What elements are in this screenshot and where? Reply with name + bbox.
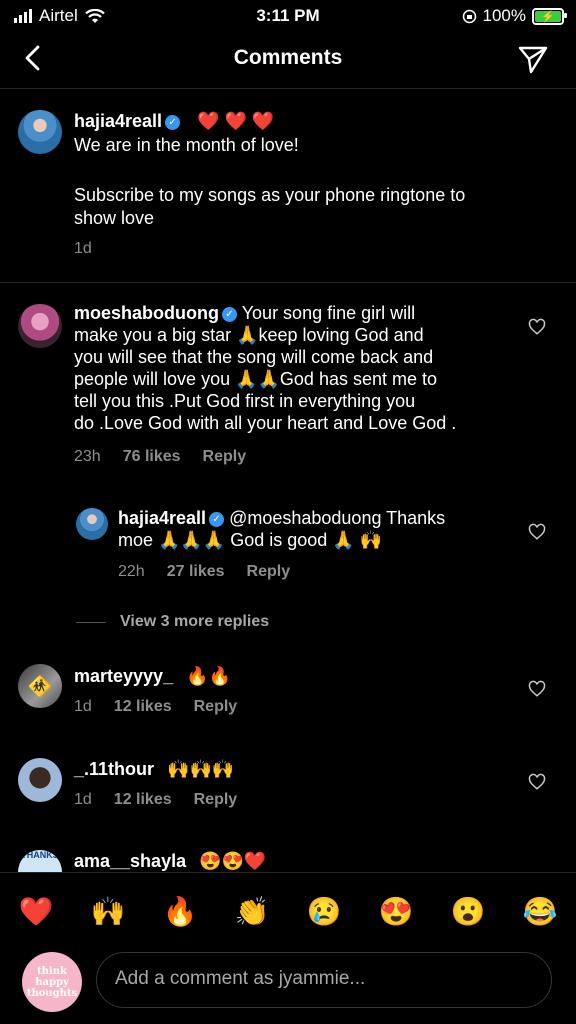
battery-icon: ⚡: [532, 7, 567, 25]
timestamp: 1d: [74, 240, 92, 257]
like-heart-icon[interactable]: [528, 523, 546, 541]
likes-count[interactable]: 12 likes: [114, 698, 172, 716]
avatar[interactable]: 🚸: [18, 664, 62, 708]
comment-text: @moeshaboduong Thanks: [229, 508, 446, 528]
comment-text: tell you this .Put God first in everythi…: [74, 391, 416, 411]
send-icon[interactable]: [516, 42, 550, 76]
caption-line: show love: [74, 208, 155, 228]
comment-text: make you a big star 🙏keep loving God and: [74, 325, 424, 345]
emoji-cry-button[interactable]: 😢: [307, 895, 342, 928]
timestamp: 23h: [74, 448, 101, 465]
timestamp: 1d: [74, 698, 92, 715]
emoji-clap-button[interactable]: 👏: [235, 895, 270, 928]
like-heart-icon[interactable]: [528, 680, 546, 698]
emoji-heart-button[interactable]: ❤️: [19, 895, 54, 928]
comment-text: Your song fine girl will: [241, 303, 416, 323]
emoji-fire-button[interactable]: 🔥: [163, 895, 198, 928]
like-heart-icon[interactable]: [528, 773, 546, 791]
comment-text: do .Love God with all your heart and Lov…: [74, 413, 457, 433]
comment-text: 🔥🔥: [186, 666, 231, 686]
like-heart-icon[interactable]: [528, 318, 546, 336]
avatar-text: THANKS: [21, 850, 59, 860]
verified-badge-icon: ✓: [222, 307, 237, 322]
comment-username[interactable]: moeshaboduong: [74, 303, 219, 323]
comment-input[interactable]: [113, 967, 537, 991]
caption-line: We are in the month of love!: [74, 135, 299, 155]
comment-text: moe 🙏🙏🙏 God is good 🙏 🙌: [118, 530, 383, 550]
reply-button[interactable]: Reply: [203, 448, 247, 466]
likes-count[interactable]: 27 likes: [167, 563, 225, 581]
comment-text: 😍😍❤️: [199, 851, 267, 871]
view-more-replies-button[interactable]: View 3 more replies: [76, 613, 269, 631]
emoji-heart-eyes-button[interactable]: 😍: [379, 895, 414, 928]
emoji-quick-bar: ❤️ 🙌 🔥 👏 😢 😍 😮 😂: [0, 872, 576, 949]
comment-username[interactable]: ama__shayla: [74, 851, 186, 871]
verified-badge-icon: ✓: [165, 115, 181, 130]
avatar[interactable]: [18, 758, 62, 802]
comment-username[interactable]: hajia4reall: [118, 508, 206, 528]
divider: [76, 621, 106, 623]
comment-username[interactable]: marteyyyy_: [74, 666, 173, 686]
timestamp: 1d: [74, 791, 92, 808]
comment-text: 🙌🙌🙌: [167, 759, 235, 779]
comment-username[interactable]: _.11thour: [74, 759, 154, 779]
verified-badge-icon: ✓: [209, 512, 225, 527]
likes-count[interactable]: 76 likes: [123, 448, 181, 466]
avatar[interactable]: THANKS: [18, 850, 62, 872]
reply-button[interactable]: Reply: [194, 698, 238, 716]
comment-input-container[interactable]: [96, 952, 552, 1008]
likes-count[interactable]: 12 likes: [114, 791, 172, 809]
caption-emojis: ❤️ ❤️ ❤️: [197, 111, 275, 131]
avatar[interactable]: [76, 508, 108, 540]
avatar[interactable]: [18, 304, 62, 348]
page-title: Comments: [233, 46, 343, 69]
avatar-text: thoughts: [26, 987, 78, 999]
status-bar: Airtel 3:11 PM 100% ⚡: [0, 0, 576, 30]
battery-percent: 100%: [482, 6, 526, 25]
view-more-label: View 3 more replies: [120, 613, 270, 630]
avatar-text: think happy: [35, 965, 69, 988]
comment-composer: think happy thoughts: [0, 948, 576, 1024]
current-user-avatar: think happy thoughts: [22, 952, 82, 1012]
emoji-raising-hands-button[interactable]: 🙌: [91, 895, 126, 928]
post-caption: hajia4reall ✓ ❤️ ❤️ ❤️ We are in the mont…: [0, 90, 576, 283]
avatar[interactable]: [18, 110, 62, 154]
timestamp: 22h: [118, 563, 145, 580]
orientation-lock-icon: [462, 9, 476, 23]
caption-line: Subscribe to my songs as your phone ring…: [74, 185, 466, 205]
comment-username[interactable]: hajia4reall: [74, 111, 162, 131]
emoji-laughing-button[interactable]: 😂: [523, 895, 558, 928]
reply-button[interactable]: Reply: [247, 563, 291, 581]
comments-header: Comments: [0, 30, 576, 89]
emoji-surprised-button[interactable]: 😮: [451, 895, 486, 928]
comment-text: you will see that the song will come bac…: [74, 347, 434, 367]
comment-text: people will love you 🙏🙏God has sent me t…: [74, 369, 438, 389]
reply-button[interactable]: Reply: [194, 791, 238, 809]
